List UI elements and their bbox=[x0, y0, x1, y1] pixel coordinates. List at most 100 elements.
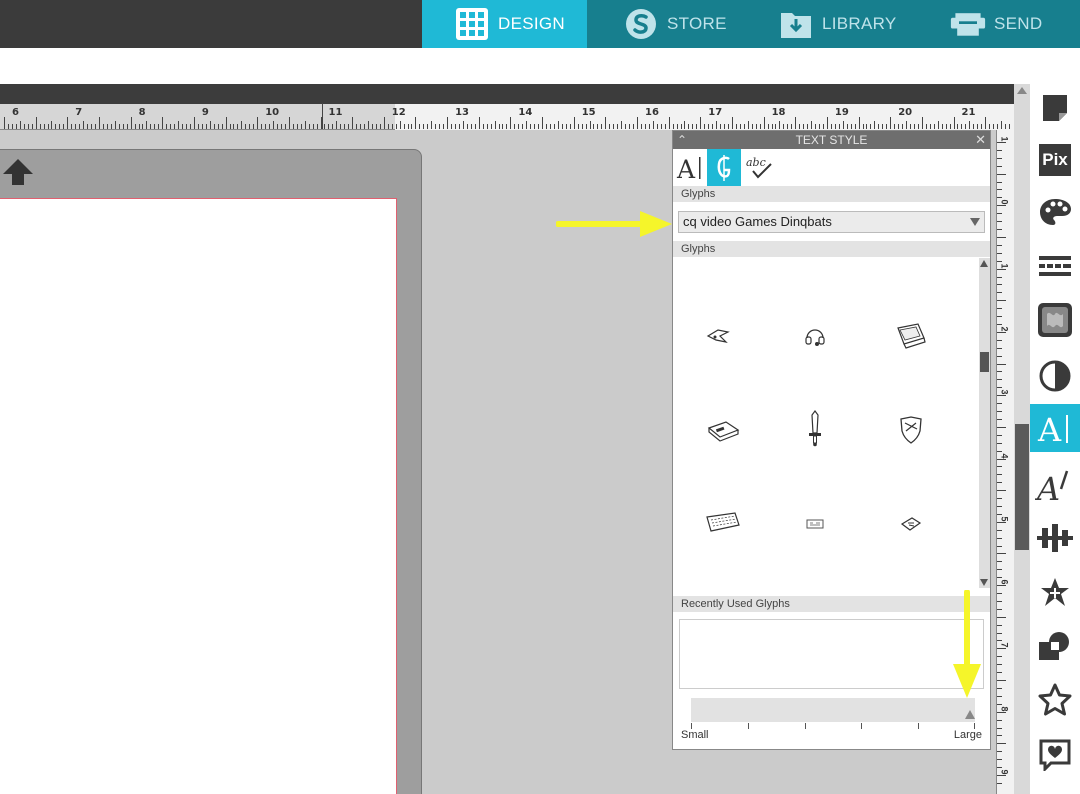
ruler-tick bbox=[724, 124, 726, 129]
console-glyph[interactable] bbox=[703, 410, 743, 450]
ruler-tick bbox=[731, 117, 733, 129]
ruler-tick bbox=[997, 142, 1006, 143]
dice-glyph[interactable] bbox=[891, 504, 931, 544]
cartridge-glyph[interactable] bbox=[795, 504, 835, 544]
tab-store[interactable]: STORE bbox=[587, 0, 750, 48]
modify-icon[interactable] bbox=[1030, 622, 1080, 670]
panel-header: ⌃ TEXT STYLE ✕ bbox=[673, 131, 990, 149]
ruler-tick bbox=[921, 117, 923, 129]
slider-tick bbox=[805, 723, 806, 729]
ruler-tick bbox=[997, 529, 1002, 531]
align-icon[interactable] bbox=[1030, 514, 1080, 562]
ruler-tick bbox=[997, 149, 1002, 151]
tab-library[interactable]: LIBRARY bbox=[750, 0, 914, 48]
ruler-tick bbox=[1000, 121, 1002, 129]
ruler-tick bbox=[94, 124, 96, 129]
text-font-icon: A bbox=[676, 155, 701, 182]
ruler-tick bbox=[280, 124, 282, 129]
replicate-icon[interactable] bbox=[1030, 568, 1080, 616]
ruler-tick bbox=[340, 124, 342, 129]
ruler-tick bbox=[209, 121, 211, 129]
svg-text:A: A bbox=[1037, 411, 1062, 446]
ruler-tick bbox=[799, 124, 801, 129]
ruler-tick bbox=[332, 124, 334, 129]
ruler-tick bbox=[997, 292, 1002, 294]
ruler-tick bbox=[31, 124, 33, 129]
glyph-scroll-thumb[interactable] bbox=[980, 352, 989, 372]
ruler-tick bbox=[178, 121, 180, 129]
slider-handle[interactable] bbox=[965, 710, 975, 719]
star-shape-icon[interactable] bbox=[1030, 676, 1080, 724]
handheld-console-glyph[interactable] bbox=[891, 316, 931, 356]
text-style-icon[interactable]: A bbox=[1030, 404, 1080, 452]
ruler-number: 1 bbox=[999, 136, 1010, 142]
fill-pattern-icon[interactable] bbox=[1030, 296, 1080, 344]
ruler-tick bbox=[775, 124, 777, 129]
pixscan-icon[interactable]: Pix bbox=[1030, 136, 1080, 184]
ruler-tick bbox=[87, 124, 89, 129]
tab-glyphs[interactable] bbox=[707, 149, 741, 186]
ruler-tick bbox=[577, 124, 579, 129]
headset-glyph[interactable] bbox=[795, 316, 835, 356]
glyph-scrollbar[interactable] bbox=[979, 258, 990, 588]
ruler-tick bbox=[949, 124, 951, 129]
ruler-tick bbox=[51, 121, 53, 129]
ruler-tick bbox=[399, 121, 401, 129]
scroll-down-icon[interactable] bbox=[980, 579, 988, 586]
ruler-tick bbox=[751, 124, 753, 129]
ruler-tick bbox=[997, 347, 1002, 349]
close-icon[interactable]: ✕ bbox=[975, 131, 986, 149]
ruler-tick bbox=[997, 561, 1002, 563]
ruler-tick bbox=[11, 124, 13, 129]
ruler-tick bbox=[23, 124, 25, 129]
tab-send[interactable]: SEND bbox=[914, 0, 1080, 48]
collapse-icon[interactable]: ⌃ bbox=[677, 131, 687, 149]
ruler-tick bbox=[803, 124, 805, 129]
scroll-up-arrow-icon[interactable] bbox=[1017, 87, 1027, 94]
ruler-tick bbox=[142, 124, 144, 129]
ruler-tick bbox=[917, 124, 919, 129]
ruler-tick bbox=[237, 124, 239, 129]
ruler-tick bbox=[981, 124, 983, 129]
ruler-tick bbox=[906, 121, 908, 129]
ruler-tick bbox=[158, 124, 160, 129]
ruler-tick bbox=[858, 117, 860, 129]
ruler-tick bbox=[63, 124, 65, 129]
canvas-vertical-scrollbar[interactable] bbox=[1014, 84, 1030, 794]
tab-design[interactable]: DESIGN bbox=[422, 0, 587, 48]
scrollbar-thumb[interactable] bbox=[1015, 424, 1029, 550]
fill-palette-icon[interactable] bbox=[1030, 188, 1080, 236]
library-heart-icon[interactable] bbox=[1030, 730, 1080, 778]
scroll-up-icon[interactable] bbox=[980, 260, 988, 267]
sketch-font-icon[interactable]: A bbox=[1030, 462, 1080, 510]
ruler-tick bbox=[997, 426, 1006, 428]
design-page[interactable] bbox=[0, 198, 397, 794]
ruler-tick bbox=[134, 124, 136, 129]
ruler-tick bbox=[997, 759, 1002, 761]
keyboard-glyph[interactable] bbox=[703, 502, 743, 542]
ruler-tick bbox=[67, 117, 69, 129]
shield-glyph[interactable] bbox=[891, 410, 931, 450]
tab-spellcheck[interactable]: abc bbox=[743, 149, 777, 186]
ruler-tick bbox=[997, 521, 1006, 523]
ruler-tick bbox=[997, 608, 1002, 610]
ruler-tick bbox=[997, 727, 1002, 729]
fighter-jet-glyph[interactable] bbox=[699, 316, 739, 356]
tab-text[interactable]: A bbox=[673, 149, 707, 186]
page-setup-icon[interactable] bbox=[1030, 84, 1080, 132]
ruler-tick bbox=[997, 782, 1002, 784]
ruler-tick bbox=[997, 695, 1002, 697]
ruler-tick bbox=[997, 442, 1002, 444]
sword-glyph[interactable] bbox=[795, 408, 835, 448]
chevron-down-icon[interactable] bbox=[970, 218, 980, 226]
transparency-icon[interactable] bbox=[1030, 352, 1080, 400]
ruler-tick bbox=[838, 124, 840, 129]
ruler-tick bbox=[913, 124, 915, 129]
tab-store-label: STORE bbox=[667, 14, 727, 33]
ruler-tick bbox=[704, 124, 706, 129]
line-style-icon[interactable] bbox=[1030, 242, 1080, 290]
font-select-dropdown[interactable]: cq video Games Dinqbats bbox=[678, 211, 985, 233]
pixscan-label: Pix bbox=[1039, 144, 1071, 176]
ruler-tick bbox=[553, 124, 555, 129]
glyph-size-slider[interactable] bbox=[691, 698, 975, 722]
